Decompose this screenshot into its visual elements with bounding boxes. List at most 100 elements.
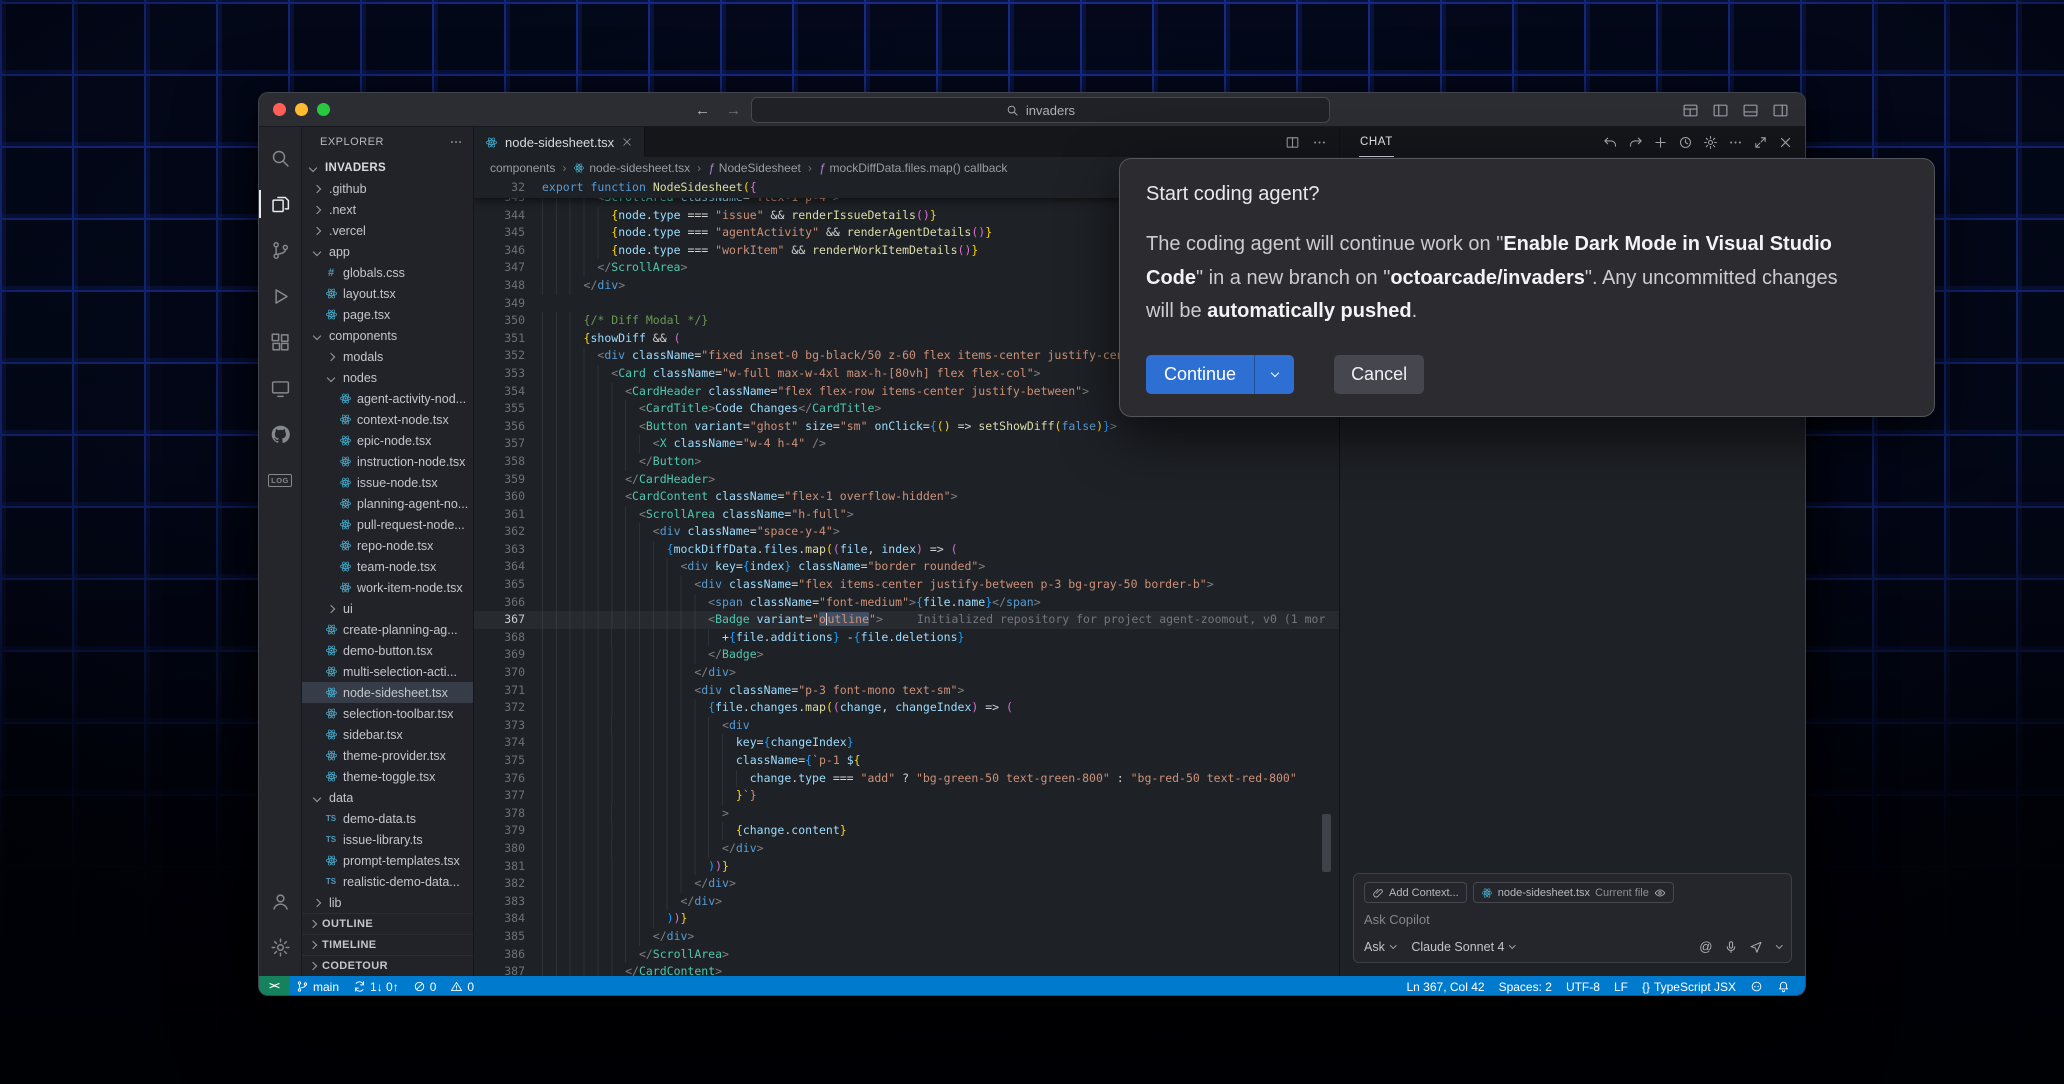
sync-changes[interactable]: 1↓ 0↑ <box>346 976 406 996</box>
undo-icon[interactable] <box>1603 135 1618 150</box>
more-icon[interactable] <box>1728 135 1743 150</box>
tree-item-multi-selection-acti-[interactable]: multi-selection-acti... <box>302 661 473 682</box>
problems-errors[interactable]: 0 <box>406 976 444 996</box>
layout-icon[interactable] <box>1682 102 1699 119</box>
code-line[interactable]: 379 {change.content} <box>474 822 1339 840</box>
activity-source-control[interactable] <box>259 227 302 273</box>
remote-indicator[interactable]: >< <box>259 976 289 996</box>
problems-warnings[interactable]: 0 <box>443 976 481 996</box>
tree-item-page-tsx[interactable]: page.tsx <box>302 304 473 325</box>
editor-more-actions-button[interactable] <box>1312 135 1327 150</box>
tree-item--github[interactable]: .github <box>302 178 473 199</box>
activity-remote-explorer[interactable] <box>259 365 302 411</box>
code-line[interactable]: 358 </Button> <box>474 453 1339 471</box>
code-line[interactable]: 370 </div> <box>474 664 1339 682</box>
minimize-window-button[interactable] <box>295 103 308 116</box>
send-button[interactable] <box>1749 940 1763 954</box>
panel-bottom-icon[interactable] <box>1742 102 1759 119</box>
chat-input[interactable]: Ask Copilot <box>1364 912 1781 927</box>
tree-item-layout-tsx[interactable]: layout.tsx <box>302 283 473 304</box>
tree-item-theme-toggle-tsx[interactable]: theme-toggle.tsx <box>302 766 473 787</box>
tree-item-issue-library-ts[interactable]: TSissue-library.ts <box>302 829 473 850</box>
code-line[interactable]: 382 </div> <box>474 875 1339 893</box>
code-line[interactable]: 364 <div key={index} className="border r… <box>474 558 1339 576</box>
tree-item-globals-css[interactable]: #globals.css <box>302 262 473 283</box>
tree-root[interactable]: INVADERS <box>302 157 473 178</box>
cancel-button[interactable]: Cancel <box>1334 355 1424 394</box>
tree-item-repo-node-tsx[interactable]: repo-node.tsx <box>302 535 473 556</box>
code-line[interactable]: 375 className={`p-1 ${ <box>474 752 1339 770</box>
tree-item-pull-request-node-[interactable]: pull-request-node... <box>302 514 473 535</box>
split-editor-button[interactable] <box>1285 135 1300 150</box>
code-line[interactable]: 360 <CardContent className="flex-1 overf… <box>474 488 1339 506</box>
explorer-more-actions-button[interactable] <box>449 135 463 149</box>
tree-item-theme-provider-tsx[interactable]: theme-provider.tsx <box>302 745 473 766</box>
activity-accounts[interactable] <box>259 878 302 924</box>
code-line[interactable]: 385 </div> <box>474 928 1339 946</box>
tree-item-realistic-demo-data-[interactable]: TSrealistic-demo-data... <box>302 871 473 892</box>
eol[interactable]: LF <box>1607 976 1635 996</box>
code-line[interactable]: 384 ))} <box>474 910 1339 928</box>
section-codetour[interactable]: CODETOUR <box>302 955 473 976</box>
activity-log[interactable]: LOG <box>259 457 302 503</box>
model-select[interactable]: Claude Sonnet 4 <box>1411 940 1515 954</box>
mic-icon[interactable] <box>1724 940 1738 954</box>
code-line[interactable]: 378 > <box>474 805 1339 823</box>
tree-item-issue-node-tsx[interactable]: issue-node.tsx <box>302 472 473 493</box>
code-line[interactable]: 356 <Button variant="ghost" size="sm" on… <box>474 418 1339 436</box>
redo-icon[interactable] <box>1628 135 1643 150</box>
tab-chat[interactable]: CHAT <box>1359 127 1394 157</box>
code-line[interactable]: 387 </CardContent> <box>474 963 1339 976</box>
tree-item--vercel[interactable]: .vercel <box>302 220 473 241</box>
send-dropdown-button[interactable] <box>1776 942 1782 948</box>
tree-item-data[interactable]: data <box>302 787 473 808</box>
editor-scrollbar[interactable] <box>1322 814 1331 872</box>
tree-item-components[interactable]: components <box>302 325 473 346</box>
tree-item-modals[interactable]: modals <box>302 346 473 367</box>
code-line[interactable]: 362 <div className="space-y-4"> <box>474 523 1339 541</box>
zoom-window-button[interactable] <box>317 103 330 116</box>
notifications[interactable] <box>1770 976 1797 996</box>
language-mode[interactable]: {}TypeScript JSX <box>1635 976 1743 996</box>
maximize-icon[interactable] <box>1753 135 1768 150</box>
code-line[interactable]: 363 {mockDiffData.files.map((file, index… <box>474 541 1339 559</box>
code-line[interactable]: 371 <div className="p-3 font-mono text-s… <box>474 682 1339 700</box>
code-line[interactable]: 383 </div> <box>474 893 1339 911</box>
tree-item-create-planning-ag-[interactable]: create-planning-ag... <box>302 619 473 640</box>
close-window-button[interactable] <box>273 103 286 116</box>
tree-item-demo-data-ts[interactable]: TSdemo-data.ts <box>302 808 473 829</box>
copilot-status[interactable] <box>1743 976 1770 996</box>
tree-item-team-node-tsx[interactable]: team-node.tsx <box>302 556 473 577</box>
tree-item-nodes[interactable]: nodes <box>302 367 473 388</box>
command-center-search[interactable]: invaders <box>751 97 1330 123</box>
tree-item--next[interactable]: .next <box>302 199 473 220</box>
tree-item-instruction-node-tsx[interactable]: instruction-node.tsx <box>302 451 473 472</box>
activity-settings[interactable] <box>259 924 302 970</box>
code-line[interactable]: 376 change.type === "add" ? "bg-green-50… <box>474 770 1339 788</box>
breadcrumb-item[interactable]: ƒNodeSidesheet <box>708 161 801 175</box>
breadcrumb-item[interactable]: node-sidesheet.tsx <box>573 161 690 175</box>
tree-item-agent-activity-nod-[interactable]: agent-activity-nod... <box>302 388 473 409</box>
git-branch[interactable]: main <box>289 976 346 996</box>
forward-button[interactable]: → <box>726 102 741 119</box>
tree-item-planning-agent-no-[interactable]: planning-agent-no... <box>302 493 473 514</box>
continue-dropdown-button[interactable] <box>1254 355 1294 394</box>
tab-node-sidesheet[interactable]: node-sidesheet.tsx <box>474 127 645 157</box>
code-line[interactable]: 373 <div <box>474 717 1339 735</box>
code-line[interactable]: 380 </div> <box>474 840 1339 858</box>
tree-item-context-node-tsx[interactable]: context-node.tsx <box>302 409 473 430</box>
chat-mode-select[interactable]: Ask <box>1364 940 1395 954</box>
breadcrumb-item[interactable]: components <box>490 161 555 175</box>
section-timeline[interactable]: TIMELINE <box>302 934 473 955</box>
code-line[interactable]: 374 key={changeIndex} <box>474 734 1339 752</box>
activity-explorer[interactable] <box>259 181 302 227</box>
cursor-position[interactable]: Ln 367, Col 42 <box>1400 976 1492 996</box>
activity-extensions[interactable] <box>259 319 302 365</box>
panel-right-icon[interactable] <box>1772 102 1789 119</box>
activity-github[interactable] <box>259 411 302 457</box>
close-icon[interactable] <box>1778 135 1793 150</box>
activity-search[interactable] <box>259 135 302 181</box>
code-line[interactable]: 377 }`} <box>474 787 1339 805</box>
tree-item-app[interactable]: app <box>302 241 473 262</box>
add-context-button[interactable]: Add Context... <box>1364 882 1467 903</box>
